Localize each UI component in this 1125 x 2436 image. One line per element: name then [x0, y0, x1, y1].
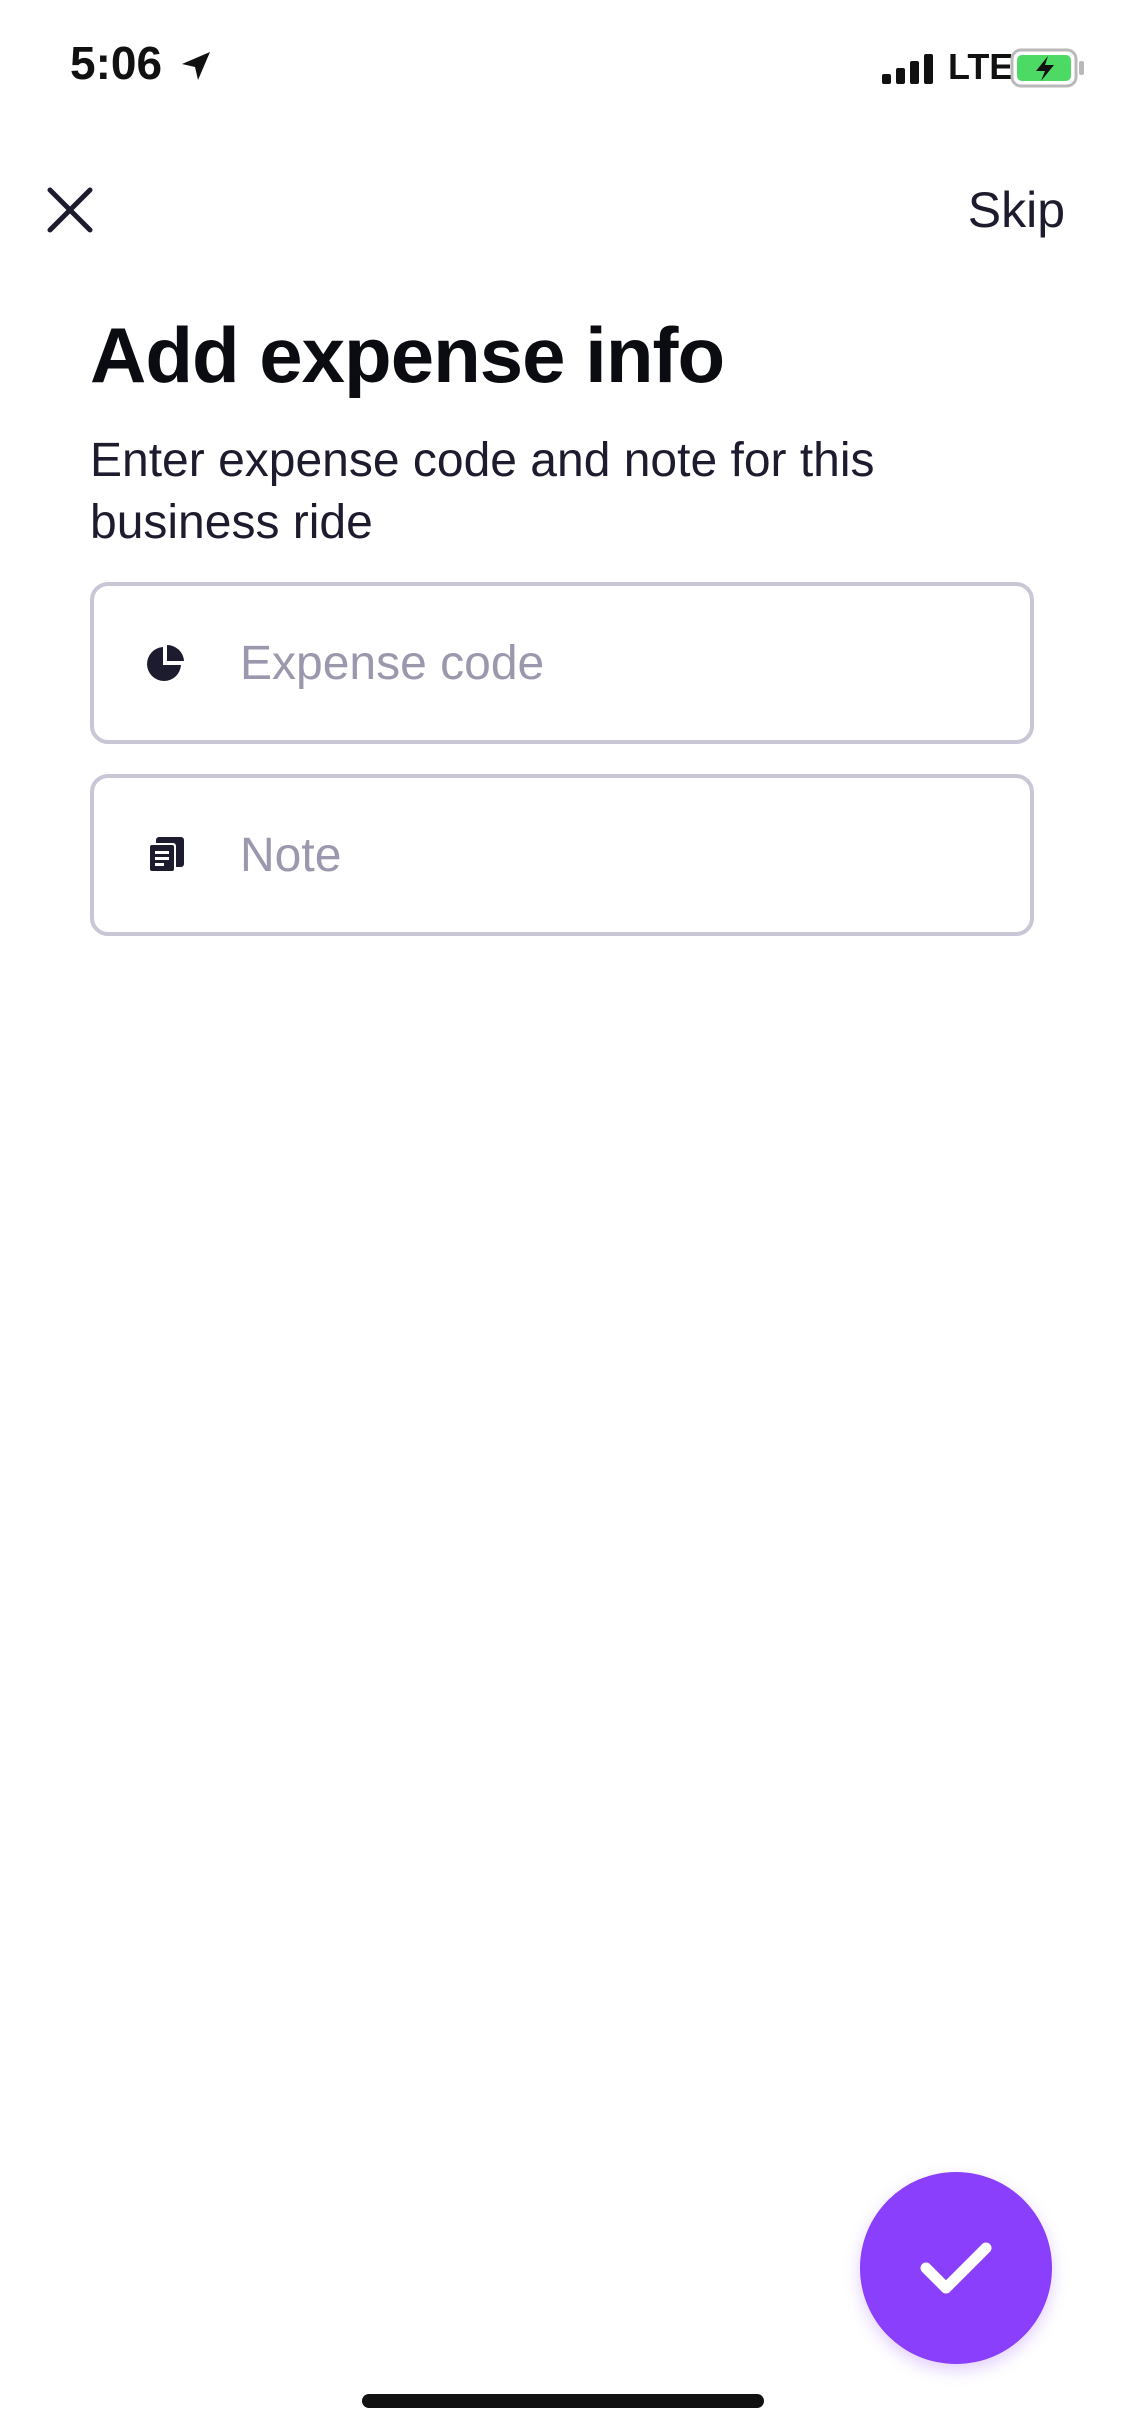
status-time: 5:06	[70, 37, 163, 89]
page-title: Add expense info	[90, 311, 725, 399]
page-subtitle: Enter expense code and note for this bus…	[90, 434, 875, 549]
location-arrow-icon	[182, 52, 210, 80]
cellular-signal-icon	[882, 54, 933, 84]
close-button[interactable]	[38, 178, 102, 242]
checkmark-icon	[920, 2242, 992, 2294]
note-icon	[148, 837, 184, 873]
pie-chart-icon	[147, 645, 184, 681]
note-field[interactable]	[90, 774, 1034, 936]
expense-code-field[interactable]	[90, 582, 1034, 744]
battery-charging-icon	[1010, 48, 1084, 88]
status-bar: 5:06 LTE	[0, 0, 1125, 132]
skip-button[interactable]: Skip	[968, 178, 1065, 242]
home-indicator[interactable]	[362, 2394, 764, 2408]
expense-code-input[interactable]	[240, 635, 960, 691]
close-icon	[47, 187, 93, 233]
note-input[interactable]	[240, 827, 960, 883]
confirm-button[interactable]	[860, 2172, 1052, 2364]
network-label: LTE	[948, 46, 1014, 87]
